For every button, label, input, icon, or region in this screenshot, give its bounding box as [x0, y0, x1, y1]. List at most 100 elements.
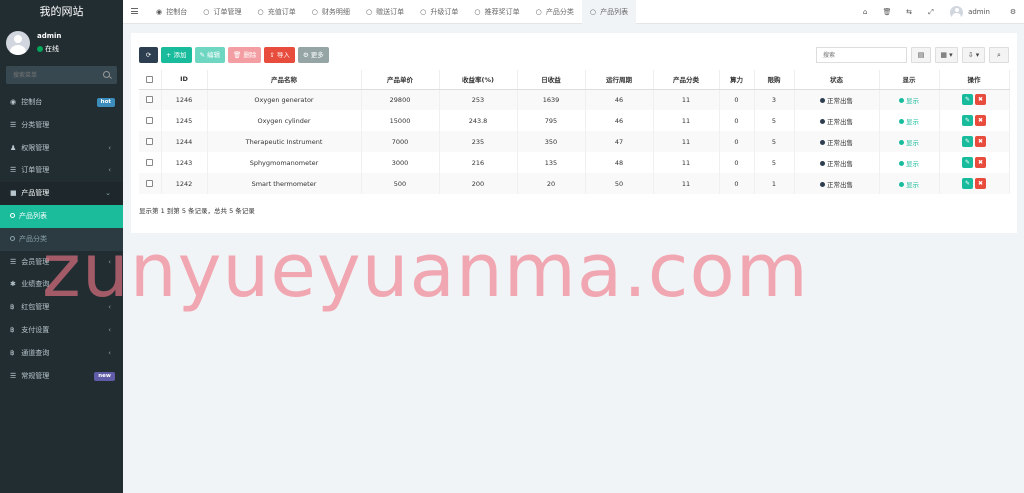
search-icon[interactable]: [103, 71, 110, 78]
edit-row-button[interactable]: ✎: [962, 115, 973, 126]
row-checkbox[interactable]: [146, 159, 154, 166]
table-row[interactable]: 1243 Sphygmomanometer 3000 216 135 48 11 0 5 正常出售…: [139, 152, 1010, 173]
edit-row-button[interactable]: ✎: [962, 136, 973, 147]
more-button[interactable]: ⚙ 更多: [297, 47, 329, 63]
tab-3[interactable]: ○ 财务明细: [304, 0, 358, 24]
sidebar-item-4[interactable]: ■ 产品管理 ⌄: [0, 182, 123, 205]
tab-0[interactable]: ◉ 控制台: [148, 0, 195, 24]
cell-limit: 5: [754, 110, 795, 131]
cell-actions: ✎ ✖: [939, 89, 1010, 110]
delete-row-button[interactable]: ✖: [975, 136, 986, 147]
columns-dropdown-button[interactable]: ▦ ▾: [935, 47, 958, 63]
cell-price: 7000: [361, 131, 440, 152]
add-button[interactable]: + 添加: [161, 47, 192, 63]
column-header-1: ID: [161, 70, 208, 90]
tab-label: 推荐奖订单: [484, 8, 520, 16]
sidebar-item-2[interactable]: ♟ 权限管理 ‹: [0, 137, 123, 160]
sidebar-item-1[interactable]: ☰ 分类管理: [0, 114, 123, 137]
sidebar-item-7[interactable]: ☰ 会员管理 ‹: [0, 251, 123, 274]
tab-4[interactable]: ○ 赠送订单: [358, 0, 412, 24]
topbar-user-name[interactable]: admin: [968, 8, 990, 16]
import-button[interactable]: ⇪ 导入: [264, 47, 295, 63]
tab-8[interactable]: ○ 产品列表: [581, 0, 637, 24]
menu-toggle-icon[interactable]: [131, 8, 138, 14]
circle-icon: ○: [257, 8, 264, 16]
tab-1[interactable]: ○ 订单管理: [195, 0, 249, 24]
sidebar-item-5[interactable]: 产品列表: [0, 204, 123, 228]
edit-button[interactable]: ✎ 编辑: [194, 47, 226, 63]
watermark: zunyueyuanma.com: [42, 228, 809, 314]
advanced-search-button[interactable]: ⌕: [989, 47, 1009, 63]
dashboard-icon: ◉: [10, 98, 17, 106]
column-header-0[interactable]: [139, 70, 162, 90]
sidebar-item-3[interactable]: ☰ 订单管理 ‹: [0, 159, 123, 182]
edit-row-button[interactable]: ✎: [962, 157, 973, 168]
sidebar-item-0[interactable]: ◉ 控制台 hot: [0, 91, 123, 114]
column-header-5: 日收益: [517, 70, 586, 90]
row-select-cell[interactable]: [139, 152, 162, 173]
row-checkbox[interactable]: [146, 138, 154, 145]
cell-daily: 795: [517, 110, 586, 131]
trash-icon[interactable]: 🗑: [876, 8, 898, 16]
tab-6[interactable]: ○ 推荐奖订单: [466, 0, 527, 24]
export-dropdown-button[interactable]: ⇩ ▾: [962, 47, 985, 63]
tab-5[interactable]: ○ 升级订单: [412, 0, 466, 24]
language-icon[interactable]: ⇆: [898, 8, 920, 16]
sidebar-item-8[interactable]: ✱ 业绩查询: [0, 273, 123, 296]
row-checkbox[interactable]: [146, 96, 154, 104]
show-dot-icon: [899, 139, 904, 145]
cell-category: 11: [653, 89, 720, 110]
table-row[interactable]: 1245 Oxygen cylinder 15000 243.8 795 46 11 0 5 正常…: [139, 110, 1010, 131]
dashboard-icon: ◉: [156, 8, 163, 16]
cell-power: 0: [719, 89, 755, 110]
cell-id: 1245: [161, 110, 208, 131]
edit-row-button[interactable]: ✎: [962, 94, 973, 106]
show-label: 显示: [906, 138, 919, 147]
show-toggle[interactable]: 显示: [899, 160, 919, 168]
table-row[interactable]: 1244 Therapeutic Instrument 7000 235 350 47 11…: [139, 131, 1010, 152]
gear-icon[interactable]: ⚙: [1002, 8, 1024, 16]
cell-status: 正常出售: [794, 89, 880, 110]
refresh-button[interactable]: ⟳: [139, 47, 158, 63]
toggle-view-button[interactable]: ▤: [911, 47, 931, 63]
fullscreen-icon[interactable]: ⤢: [920, 8, 942, 17]
tab-2[interactable]: ○ 充值订单: [249, 0, 303, 24]
tab-label: 产品分类: [545, 8, 574, 16]
show-toggle[interactable]: 显示: [899, 139, 919, 147]
user-avatar[interactable]: [950, 5, 964, 19]
row-select-cell[interactable]: [139, 110, 162, 131]
row-select-cell[interactable]: [139, 89, 162, 110]
select-all-checkbox[interactable]: [146, 75, 154, 83]
delete-row-button[interactable]: ✖: [975, 178, 986, 189]
table-row[interactable]: 1246 Oxygen generator 29800 253 1639 46 11 0 3 正常…: [139, 89, 1010, 110]
sidebar-search-input[interactable]: [6, 66, 96, 84]
table-row[interactable]: 1242 Smart thermometer 500 200 20 50 11 0 1 正常出售 显…: [139, 173, 1010, 194]
table-search-input[interactable]: [816, 47, 907, 63]
delete-button[interactable]: 🗑 删除: [228, 47, 262, 63]
cell-show: 显示: [879, 152, 940, 173]
row-select-cell[interactable]: [139, 173, 162, 194]
show-toggle[interactable]: 显示: [899, 97, 919, 105]
sidebar-item-10[interactable]: ฿ 支付设置 ‹: [0, 319, 123, 342]
cell-category: 11: [653, 173, 720, 194]
tab-7[interactable]: ○ 产品分类: [528, 0, 582, 24]
sidebar-item-6[interactable]: 产品分类: [0, 227, 123, 251]
sidebar-item-label: 分类管理: [21, 120, 50, 129]
sidebar-item-12[interactable]: ☰ 常规管理 new: [0, 365, 123, 388]
row-checkbox[interactable]: [146, 117, 154, 124]
delete-row-button[interactable]: ✖: [975, 157, 986, 168]
cell-rate: 216: [439, 152, 518, 173]
show-toggle[interactable]: 显示: [899, 181, 919, 189]
cell-rate: 253: [439, 89, 518, 110]
delete-row-button[interactable]: ✖: [975, 94, 986, 106]
show-toggle[interactable]: 显示: [899, 118, 919, 126]
row-select-cell[interactable]: [139, 131, 162, 152]
column-header-8: 算力: [719, 70, 755, 90]
row-checkbox[interactable]: [146, 180, 154, 187]
site-title[interactable]: 我的网站: [0, 0, 123, 24]
sidebar-item-11[interactable]: ฿ 通道查询 ‹: [0, 342, 123, 365]
edit-row-button[interactable]: ✎: [962, 178, 973, 189]
home-icon[interactable]: ⌂: [854, 8, 876, 16]
delete-row-button[interactable]: ✖: [975, 115, 986, 126]
sidebar-item-9[interactable]: ฿ 红包管理 ‹: [0, 296, 123, 319]
